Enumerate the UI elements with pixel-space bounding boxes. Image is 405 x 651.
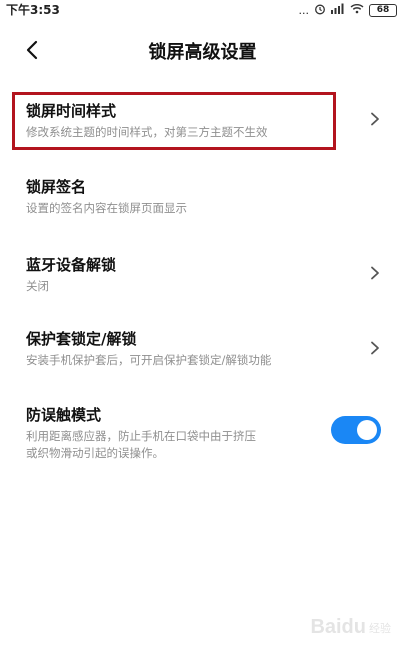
- setting-lock-signature[interactable]: 锁屏签名 设置的签名内容在锁屏页面显示: [0, 160, 405, 238]
- setting-desc-line1: 利用距离感应器，防止手机在口袋中由于挤压: [26, 429, 256, 443]
- setting-title: 保护套锁定/解锁: [26, 330, 137, 348]
- baidu-watermark: Baidu 经验: [310, 616, 391, 639]
- battery-icon: 68: [369, 3, 397, 17]
- setting-case-lock[interactable]: 保护套锁定/解锁 安装手机保护套后，可开启保护套锁定/解锁功能: [0, 314, 405, 392]
- setting-title: 防误触模式: [26, 406, 102, 424]
- anti-mistouch-toggle[interactable]: [331, 416, 381, 444]
- chevron-right-icon: [371, 341, 379, 355]
- status-bar: 下午3:53 ... 68: [0, 0, 405, 20]
- chevron-right-icon: [371, 112, 379, 126]
- watermark-main: Baidu: [310, 616, 366, 638]
- toggle-knob: [357, 420, 377, 440]
- alarm-icon: [314, 3, 326, 18]
- setting-desc: 关闭: [26, 279, 49, 293]
- status-icons: ... 68: [298, 1, 397, 19]
- setting-title: 锁屏签名: [26, 178, 87, 196]
- signal-icon: [331, 3, 345, 17]
- chevron-right-icon: [371, 266, 379, 280]
- setting-title: 锁屏时间样式: [26, 102, 117, 120]
- wifi-icon: [350, 3, 364, 17]
- status-time: 下午3:53: [6, 3, 60, 17]
- watermark-sub: 经验: [369, 622, 391, 635]
- setting-bluetooth-unlock[interactable]: 蓝牙设备解锁 关闭: [0, 238, 405, 314]
- page-title: 锁屏高级设置: [148, 42, 257, 63]
- setting-desc: 设置的签名内容在锁屏页面显示: [26, 201, 187, 215]
- setting-anti-mistouch: 防误触模式 利用距离感应器，防止手机在口袋中由于挤压 或织物滑动引起的误操作。: [0, 392, 405, 482]
- setting-desc: 安装手机保护套后，可开启保护套锁定/解锁功能: [26, 353, 272, 367]
- settings-list: 锁屏时间样式 修改系统主题的时间样式，对第三方主题不生效 锁屏签名 设置的签名内…: [0, 88, 405, 482]
- setting-desc: 修改系统主题的时间样式，对第三方主题不生效: [26, 125, 268, 139]
- notification-dots: ...: [298, 3, 310, 17]
- header: 锁屏高级设置: [0, 30, 405, 70]
- setting-lock-time-style[interactable]: 锁屏时间样式 修改系统主题的时间样式，对第三方主题不生效: [0, 88, 405, 160]
- screen: 下午3:53 ... 68 锁屏高级设置 锁屏时间样式 修改系统主题的时间样式，…: [0, 0, 405, 651]
- setting-desc-line2: 或织物滑动引起的误操作。: [26, 446, 164, 460]
- setting-title: 蓝牙设备解锁: [26, 256, 117, 274]
